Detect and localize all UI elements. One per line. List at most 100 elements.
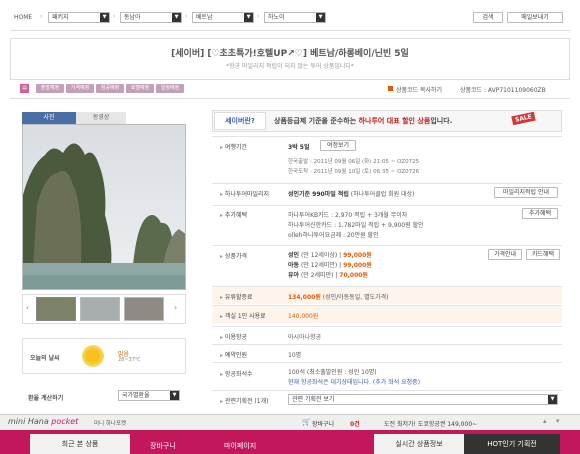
- airline-row: 이용항공 아시아나항공: [212, 326, 562, 344]
- reserve-value: 10명: [288, 352, 302, 359]
- city-select[interactable]: 하노이 ▼: [264, 12, 326, 23]
- pocket-sub: 미니 하나포켓: [94, 421, 127, 427]
- mileage-label: 하나투어마일리지: [220, 189, 269, 198]
- chevron-left-icon[interactable]: ‹: [26, 303, 29, 312]
- tab-itinerary[interactable]: 일정예정: [156, 84, 184, 93]
- tab-schedule[interactable]: 출발예정: [36, 84, 64, 93]
- related-label: 관련기획전 (1개): [220, 396, 269, 405]
- tab-realtime[interactable]: 실시간 상품정보: [374, 434, 464, 454]
- itinerary-button[interactable]: 여정보기: [320, 140, 356, 151]
- seats-row: 항공좌석수 100석 (최소출발인원 : 성인 10명) 현재 항공좌석은 대기…: [212, 362, 562, 388]
- search-button[interactable]: 검색: [473, 12, 503, 23]
- product-code: 상품코드 : AVP7101109060ZB: [460, 87, 546, 94]
- divider: [10, 30, 570, 31]
- benefit-row: 추가혜택 하나투어KB카드 : 2,970 적립 + 3개월 무이자 하나투어신…: [212, 205, 562, 241]
- infant-price: 유아 (만 2세미만) | 70,000원: [288, 272, 368, 279]
- extra-benefit-button[interactable]: 추가혜택: [522, 208, 558, 219]
- tab-flight[interactable]: 항공예정: [96, 84, 124, 93]
- tab-price[interactable]: 가격예정: [66, 84, 94, 93]
- benefit-line: 하나투어신한카드 : 1,782마일 적립 + 9,900원 할인: [288, 222, 424, 229]
- seats-label: 항공좌석수: [220, 369, 253, 378]
- reserve-row: 예약인원 10명: [212, 344, 562, 362]
- seats-info: 100석 (최소출발인원 : 성인 10명): [288, 369, 377, 376]
- thumbnail[interactable]: [124, 297, 164, 321]
- email-button[interactable]: 메일보내기: [507, 12, 563, 23]
- tab-recent[interactable]: 최근 본 상품: [30, 434, 130, 454]
- thumbnail[interactable]: [36, 297, 76, 321]
- weather-label: 오늘의 날씨: [30, 355, 60, 362]
- saver-info-button[interactable]: 세이버란?: [214, 112, 266, 130]
- page-title: [세이버] [♡초초특가!호텔UP↗♡] 베트남/하롱베이/닌빈 5일: [171, 49, 409, 59]
- pocket-brand: mini Hana pocket: [8, 417, 79, 426]
- region-select[interactable]: 동남아 ▼: [120, 12, 182, 23]
- tab-hotel[interactable]: 호텔예정: [126, 84, 154, 93]
- chevron-down-icon: ▼: [170, 391, 179, 400]
- period-value: 3박 5일: [288, 144, 310, 151]
- price-row: 상품가격 성인 (만 12세이상) | 99,000원 아동 (만 12세미만)…: [212, 245, 562, 283]
- copy-code-link[interactable]: 상품코드 복사하기: [396, 85, 442, 94]
- benefit-label: 추가혜택: [220, 210, 247, 219]
- fuel-label: 유류할증료: [220, 292, 253, 301]
- thumbnail[interactable]: [80, 297, 120, 321]
- single-room-value: 140,000원: [288, 313, 319, 320]
- chevron-down-icon: ▼: [316, 13, 325, 22]
- chevron-right-icon: ›: [113, 13, 116, 20]
- airline-value: 아시아나항공: [288, 334, 322, 341]
- fuel-row: 유류할증료 134,000원 (성인/아동동일, 별도가격): [212, 286, 562, 304]
- mileage-guide-button[interactable]: 마일리지적립 안내: [494, 187, 558, 198]
- benefit-line: olleh하나투어요금제 : 20만원 할인: [288, 232, 379, 239]
- tab-photo[interactable]: 사진: [22, 112, 76, 124]
- exchange-label: 환율 계산하기: [28, 395, 64, 402]
- exchange-select[interactable]: 국가별환율 ▼: [118, 390, 180, 401]
- print-icon[interactable]: ▤: [20, 84, 29, 93]
- pocket-bar: [0, 414, 580, 430]
- chevron-down-icon: ▼: [172, 13, 181, 22]
- related-row: 관련기획전 (1개) 관련 기획전 보기▼: [212, 390, 562, 408]
- divider: [10, 98, 570, 99]
- main-photo: [22, 124, 186, 290]
- chevron-down-icon: ▼: [100, 13, 109, 22]
- chevron-down-icon[interactable]: ▾: [556, 417, 560, 425]
- benefit-line: 하나투어KB카드 : 2,970 적립 + 3개월 무이자: [288, 212, 408, 219]
- chevron-right-icon[interactable]: ›: [174, 303, 177, 312]
- page-subtitle: *항공 마일리지 적립이 되지 않는 투어 상품입니다*: [226, 63, 354, 70]
- chevron-down-icon: ▼: [244, 13, 253, 22]
- country-select[interactable]: 베트남 ▼: [192, 12, 254, 23]
- tab-hot[interactable]: HOT인기 기획전: [464, 434, 560, 454]
- sun-icon: [82, 345, 104, 367]
- saver-text: 상품등급제 기준을 준수하는 하나투어 대표 할인 상품입니다.: [274, 117, 453, 125]
- arrival-info: 한국도착 : 2011년 09월 10일 (토) 06:35 ~ OZ0726: [288, 169, 420, 175]
- mileage-value: 성인기준 990마일 적립 (하나투어클럽 회원 대상): [288, 191, 415, 198]
- category-select[interactable]: 패키지 ▼: [48, 12, 110, 23]
- reserve-label: 예약인원: [220, 350, 247, 359]
- airline-label: 이용항공: [220, 332, 247, 341]
- period-row: 여행기간 3박 5일 여정보기 한국출발 : 2011년 09월 06일 (화)…: [212, 136, 562, 178]
- weather-temp: 28~37℃: [118, 357, 141, 363]
- fuel-value: 134,000원 (성인/아동동일, 별도가격): [288, 294, 389, 301]
- deal-text[interactable]: 도전 최저가! 도쿄항공권 149,000~: [384, 419, 477, 428]
- tab-video[interactable]: 동영상: [76, 112, 126, 124]
- title-box: [10, 38, 570, 80]
- card-benefit-button[interactable]: 카드혜택: [526, 249, 560, 260]
- single-room-row: 객실 1인 사용료 140,000원: [212, 305, 562, 323]
- home-link[interactable]: HOME: [14, 14, 32, 21]
- seats-status: 현재 항공좌석은 대기상태입니다. (추가 좌석 요청중): [288, 379, 421, 386]
- copy-icon: [388, 86, 393, 91]
- cart-label[interactable]: 장바구니: [312, 419, 334, 428]
- cart-icon: 🛒: [302, 418, 311, 426]
- cart-count: 0건: [350, 421, 360, 428]
- price-label: 상품가격: [220, 251, 247, 260]
- mileage-row: 하나투어마일리지 성인기준 990마일 적립 (하나투어클럽 회원 대상) 마일…: [212, 183, 562, 203]
- chevron-right-icon: ›: [185, 13, 188, 20]
- related-select[interactable]: 관련 기획전 보기 ▼: [288, 394, 558, 405]
- chevron-right-icon: ›: [257, 13, 260, 20]
- single-room-label: 객실 1인 사용료: [220, 311, 266, 320]
- departure-info: 한국출발 : 2011년 09월 06일 (화) 21:05 ~ OZ0725: [288, 159, 420, 165]
- period-label: 여행기간: [220, 142, 247, 151]
- chevron-up-icon[interactable]: ▴: [543, 417, 547, 425]
- tab-cart[interactable]: 장바구니: [150, 441, 176, 451]
- chevron-down-icon: ▼: [548, 395, 557, 404]
- price-guide-button[interactable]: 가격안내: [488, 249, 522, 260]
- chevron-right-icon: ›: [40, 13, 43, 20]
- tab-mypage[interactable]: 마이페이지: [224, 441, 256, 451]
